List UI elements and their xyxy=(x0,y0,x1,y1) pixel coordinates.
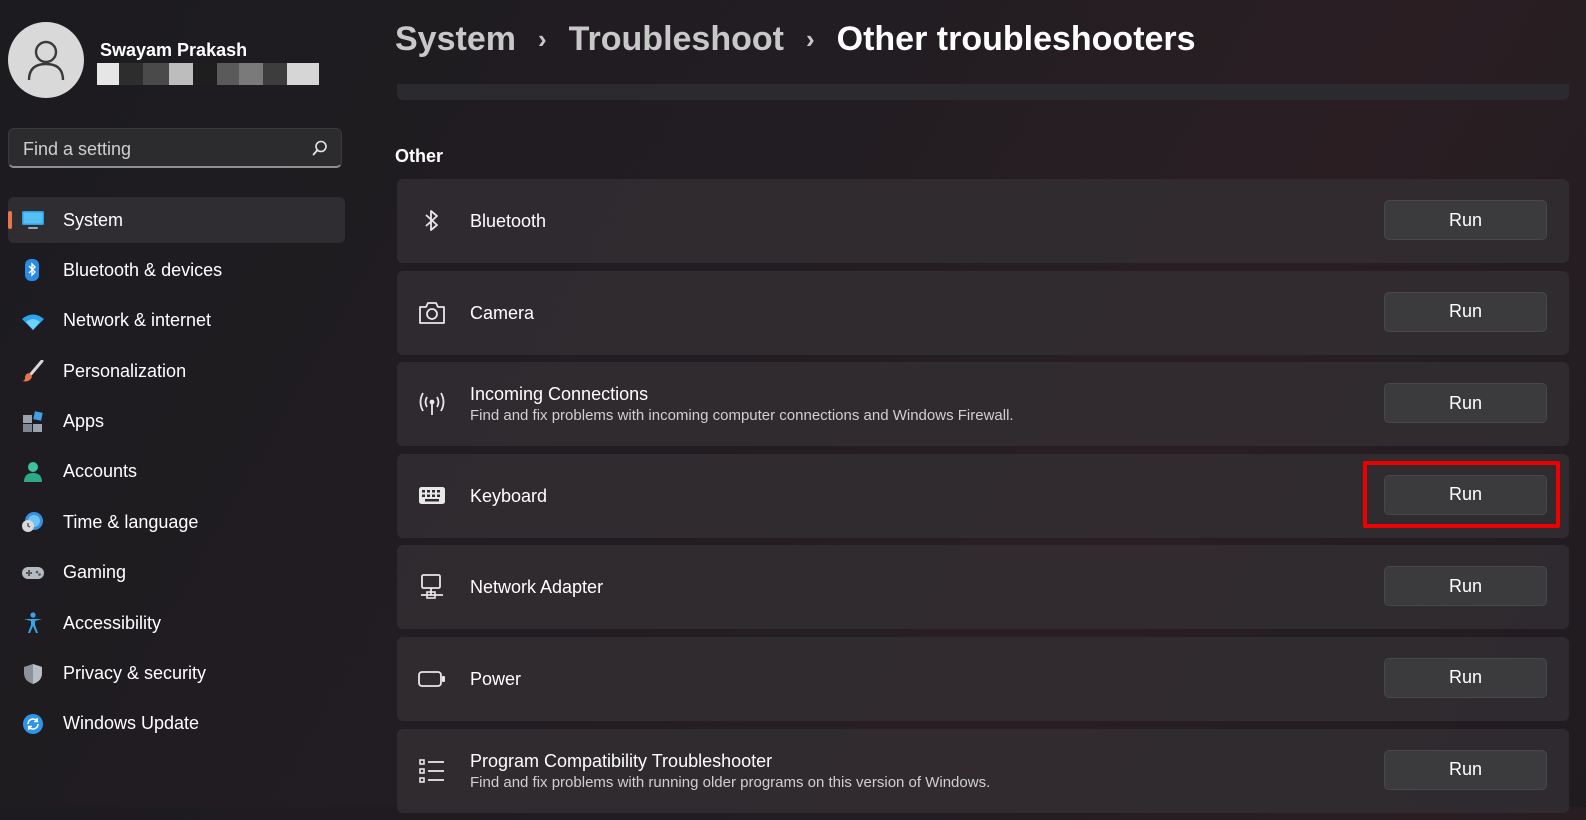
troubleshooter-title: Incoming Connections xyxy=(470,384,649,405)
keyboard-icon xyxy=(419,486,445,504)
run-button-camera[interactable]: Run xyxy=(1384,291,1547,332)
apps-icon xyxy=(23,410,43,432)
search-icon[interactable] xyxy=(311,139,329,157)
page-title: Other troubleshooters xyxy=(836,20,1196,58)
sidebar-item-label: Privacy & security xyxy=(63,663,207,684)
sidebar-item-accessibility[interactable]: Accessibility xyxy=(8,600,345,646)
clock-globe-icon xyxy=(22,512,43,533)
sidebar-item-label: Accessibility xyxy=(63,612,162,633)
troubleshooter-title: Camera xyxy=(470,302,535,323)
run-button-network-adapter[interactable]: Run xyxy=(1384,566,1547,607)
sidebar-item-label: Windows Update xyxy=(63,713,200,734)
troubleshooter-row-incoming-connections: Incoming Connections Find and fix proble… xyxy=(397,362,1569,447)
camera-icon xyxy=(419,301,445,324)
accessibility-icon xyxy=(24,612,42,634)
sidebar-item-network[interactable]: Network & internet xyxy=(8,298,345,344)
sidebar-item-bluetooth-devices[interactable]: Bluetooth & devices xyxy=(8,247,345,293)
avatar[interactable] xyxy=(8,22,84,98)
section-title: Other xyxy=(395,146,444,166)
network-adapter-icon xyxy=(421,574,443,600)
sidebar-item-label: Personalization xyxy=(63,360,187,381)
run-button-bluetooth[interactable]: Run xyxy=(1384,200,1547,240)
gamepad-icon xyxy=(22,566,44,579)
wifi-icon xyxy=(22,314,44,330)
breadcrumb-troubleshoot[interactable]: Troubleshoot xyxy=(569,20,784,59)
sidebar-item-label: Accounts xyxy=(63,461,138,482)
troubleshooter-description: Find and fix problems with incoming comp… xyxy=(470,407,1014,425)
breadcrumb-separator: › xyxy=(537,24,547,54)
troubleshooter-description: Find and fix problems with running older… xyxy=(470,773,991,791)
shield-icon xyxy=(24,663,42,684)
sidebar-item-privacy-security[interactable]: Privacy & security xyxy=(8,651,345,697)
sidebar-item-label: Apps xyxy=(63,411,105,432)
sidebar-item-label: Network & internet xyxy=(63,310,212,331)
breadcrumb-separator: › xyxy=(805,24,815,54)
sidebar-item-label: Time & language xyxy=(63,511,199,532)
brush-icon xyxy=(22,360,44,382)
troubleshooter-row-program-compatibility: Program Compatibility Troubleshooter Fin… xyxy=(397,728,1569,813)
bluetooth-icon xyxy=(425,210,438,231)
sidebar-item-accounts[interactable]: Accounts xyxy=(8,449,345,495)
sidebar-item-time-language[interactable]: Time & language xyxy=(8,499,345,545)
user-name: Swayam Prakash xyxy=(100,40,248,60)
sidebar-item-label: Gaming xyxy=(63,562,127,583)
run-button-power[interactable]: Run xyxy=(1384,657,1547,698)
breadcrumb: System › Troubleshoot › Other troublesho… xyxy=(395,20,1196,59)
search-box[interactable] xyxy=(8,128,342,168)
battery-icon xyxy=(418,671,445,687)
list-icon xyxy=(419,758,444,783)
sidebar-item-system[interactable]: System xyxy=(8,197,345,243)
breadcrumb-system[interactable]: System xyxy=(395,20,516,59)
sidebar-item-label: Bluetooth & devices xyxy=(63,259,223,280)
sidebar-item-personalization[interactable]: Personalization xyxy=(8,348,345,394)
bluetooth-devices-icon xyxy=(25,259,39,282)
update-icon xyxy=(23,713,43,734)
user-icon xyxy=(27,40,65,81)
antenna-icon xyxy=(419,392,445,416)
troubleshooter-row-camera: Camera Run xyxy=(397,270,1569,355)
sidebar-item-gaming[interactable]: Gaming xyxy=(8,550,345,596)
highlight-box xyxy=(1363,461,1560,528)
search-input[interactable] xyxy=(21,135,305,163)
troubleshooter-row-bluetooth: Bluetooth Run xyxy=(397,179,1569,263)
troubleshooter-row-network-adapter: Network Adapter Run xyxy=(397,545,1569,630)
troubleshooter-title: Power xyxy=(470,668,522,689)
troubleshooter-title: Network Adapter xyxy=(470,577,604,598)
sidebar: Swayam Prakash System xyxy=(0,0,360,807)
troubleshooter-title: Keyboard xyxy=(470,485,548,506)
sidebar-item-label: System xyxy=(63,209,124,230)
troubleshooter-row-power: Power Run xyxy=(397,636,1569,721)
user-email-redacted xyxy=(97,63,325,85)
account-icon xyxy=(24,461,42,482)
previous-card-edge xyxy=(397,84,1569,100)
run-button-program-compatibility[interactable]: Run xyxy=(1384,749,1547,790)
sidebar-item-apps[interactable]: Apps xyxy=(8,399,345,445)
run-button-incoming-connections[interactable]: Run xyxy=(1384,383,1547,424)
monitor-icon xyxy=(22,211,44,229)
sidebar-item-windows-update[interactable]: Windows Update xyxy=(8,701,345,747)
troubleshooter-title: Bluetooth xyxy=(470,211,547,231)
sidebar-nav: System Bluetooth & devices Network & int… xyxy=(8,197,345,751)
troubleshooter-title: Program Compatibility Troubleshooter xyxy=(470,750,773,771)
